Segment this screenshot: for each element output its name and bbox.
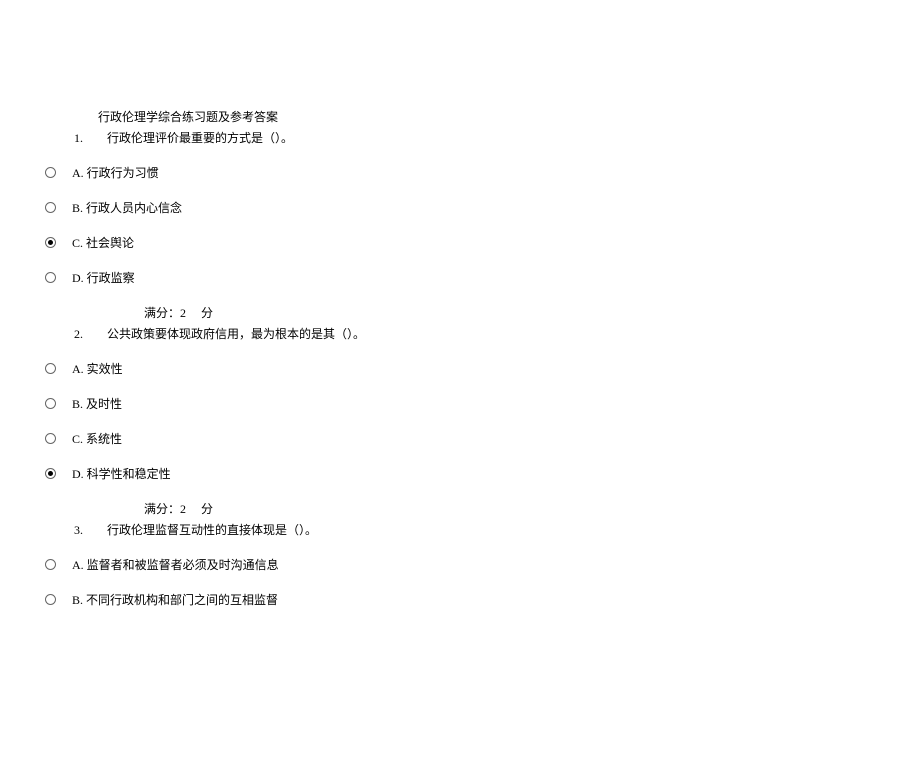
document-title: 行政伦理学综合练习题及参考答案 — [98, 108, 920, 125]
option-label: A. 监督者和被监督者必须及时沟通信息 — [72, 556, 279, 573]
question-1-option-d[interactable]: D. 行政监察 — [45, 269, 920, 286]
question-1-number: 1. — [74, 131, 104, 146]
radio-icon-selected — [45, 468, 56, 479]
radio-icon — [45, 594, 56, 605]
question-2-text: 公共政策要体现政府信用，最为根本的是其（）。 — [107, 327, 365, 341]
option-label: A. 实效性 — [72, 360, 123, 377]
question-2-option-d[interactable]: D. 科学性和稳定性 — [45, 465, 920, 482]
question-3-option-b[interactable]: B. 不同行政机构和部门之间的互相监督 — [45, 591, 920, 608]
option-label: B. 行政人员内心信念 — [72, 199, 182, 216]
question-1-text: 行政伦理评价最重要的方式是（）。 — [107, 131, 293, 145]
radio-icon — [45, 202, 56, 213]
option-label: A. 行政行为习惯 — [72, 164, 159, 181]
question-1-stem: 1. 行政伦理评价最重要的方式是（）。 — [74, 129, 920, 146]
question-2-score: 满分：2 分 — [144, 500, 920, 517]
radio-icon — [45, 167, 56, 178]
question-2-option-c[interactable]: C. 系统性 — [45, 430, 920, 447]
radio-icon — [45, 398, 56, 409]
radio-icon-selected — [45, 237, 56, 248]
radio-icon — [45, 272, 56, 283]
option-label: D. 科学性和稳定性 — [72, 465, 171, 482]
radio-icon — [45, 559, 56, 570]
question-2-number: 2. — [74, 327, 104, 342]
option-label: D. 行政监察 — [72, 269, 135, 286]
radio-icon — [45, 363, 56, 374]
question-1-score: 满分：2 分 — [144, 304, 920, 321]
question-3-number: 3. — [74, 523, 104, 538]
radio-icon — [45, 433, 56, 444]
question-2-stem: 2. 公共政策要体现政府信用，最为根本的是其（）。 — [74, 325, 920, 342]
question-3-stem: 3. 行政伦理监督互动性的直接体现是（）。 — [74, 521, 920, 538]
option-label: B. 不同行政机构和部门之间的互相监督 — [72, 591, 278, 608]
question-1-option-a[interactable]: A. 行政行为习惯 — [45, 164, 920, 181]
option-label: C. 社会舆论 — [72, 234, 134, 251]
question-1-option-c[interactable]: C. 社会舆论 — [45, 234, 920, 251]
question-3-option-a[interactable]: A. 监督者和被监督者必须及时沟通信息 — [45, 556, 920, 573]
question-2-option-a[interactable]: A. 实效性 — [45, 360, 920, 377]
option-label: B. 及时性 — [72, 395, 122, 412]
question-3-text: 行政伦理监督互动性的直接体现是（）。 — [107, 523, 317, 537]
option-label: C. 系统性 — [72, 430, 122, 447]
question-1-option-b[interactable]: B. 行政人员内心信念 — [45, 199, 920, 216]
question-2-option-b[interactable]: B. 及时性 — [45, 395, 920, 412]
